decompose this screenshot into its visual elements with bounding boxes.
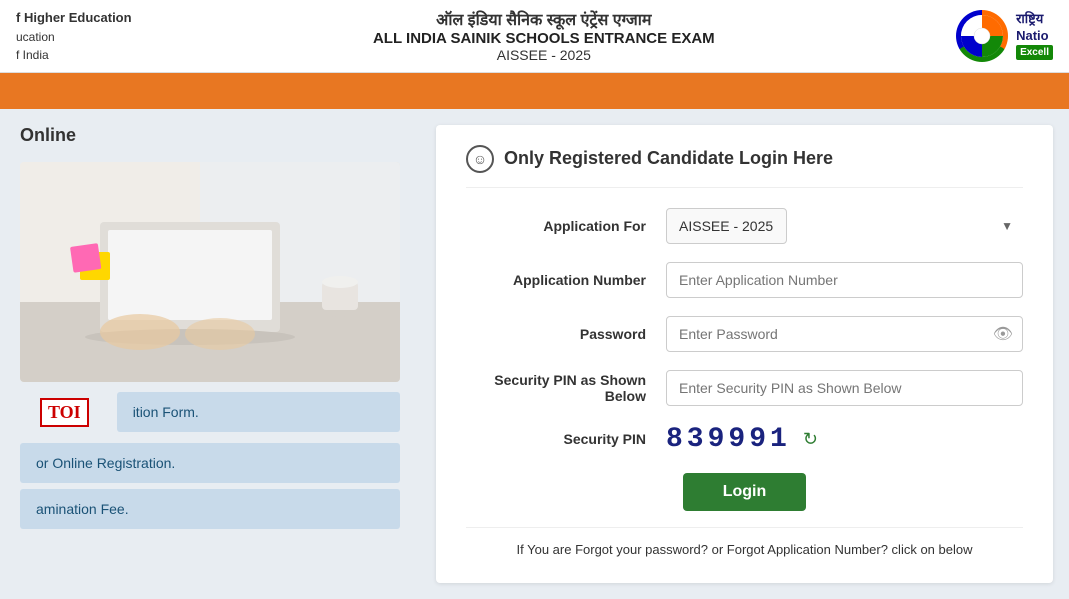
login-panel: ☺ Only Registered Candidate Login Here A… <box>436 125 1053 583</box>
captcha-value: 839991 <box>666 424 791 455</box>
refresh-icon[interactable]: ↻ <box>803 429 818 450</box>
password-row: Password 👁 <box>466 316 1023 352</box>
login-button[interactable]: Login <box>683 473 807 511</box>
toi-badge: TOI <box>40 398 89 427</box>
hero-image <box>20 162 400 382</box>
password-label: Password <box>466 326 666 342</box>
left-panel: Online <box>0 109 420 599</box>
login-header: ☺ Only Registered Candidate Login Here <box>466 145 1023 188</box>
forgot-text: If You are Forgot your password? or Forg… <box>466 527 1023 557</box>
password-wrapper: 👁 <box>666 316 1023 352</box>
login-button-row: Login <box>466 473 1023 511</box>
org-line1: f Higher Education <box>16 8 132 28</box>
login-title: Only Registered Candidate Login Here <box>504 148 833 169</box>
page-header: f Higher Education ucation f India ऑल इं… <box>0 0 1069 73</box>
password-input[interactable] <box>666 316 1023 352</box>
left-panel-title: Online <box>0 109 420 154</box>
logo-emblem <box>956 10 1008 62</box>
application-for-row: Application For AISSEE - 2025 AISSEE - 2… <box>466 208 1023 244</box>
security-pin-display-row: Security PIN 839991 ↻ <box>466 424 1023 455</box>
orange-banner <box>0 73 1069 109</box>
link-item-2[interactable]: ition Form. <box>117 392 400 432</box>
org-line2: ucation <box>16 28 132 46</box>
logo-text: राष्ट्रिय Natio Excell <box>1016 11 1053 60</box>
hindi-title: ऑल इंडिया सैनिक स्कूल एंट्रेंस एग्जाम <box>132 8 957 30</box>
application-for-select[interactable]: AISSEE - 2025 AISSEE - 2024 AISSEE - 202… <box>666 208 787 244</box>
english-title: ALL INDIA SAINIK SCHOOLS ENTRANCE EXAM <box>132 30 957 47</box>
exam-year: AISSEE - 2025 <box>132 47 957 63</box>
exam-info: ऑल इंडिया सैनिक स्कूल एंट्रेंस एग्जाम AL… <box>132 8 957 63</box>
security-pin-label: Security PIN as Shown Below <box>466 372 666 404</box>
application-number-label: Application Number <box>466 272 666 288</box>
application-for-label: Application For <box>466 218 666 234</box>
application-number-row: Application Number <box>466 262 1023 298</box>
captcha-display-area: 839991 ↻ <box>666 424 818 455</box>
security-pin-input-row: Security PIN as Shown Below <box>466 370 1023 406</box>
link-item-1[interactable]: or Online Registration. <box>20 443 400 483</box>
org-info: f Higher Education ucation f India <box>16 8 132 64</box>
main-content: Online <box>0 109 1069 599</box>
application-number-input[interactable] <box>666 262 1023 298</box>
application-for-wrapper[interactable]: AISSEE - 2025 AISSEE - 2024 AISSEE - 202… <box>666 208 1023 244</box>
toi-row: TOI ition Form. <box>20 390 400 435</box>
left-links: or Online Registration. amination Fee. <box>0 443 420 529</box>
security-pin-input[interactable] <box>666 370 1023 406</box>
eye-icon[interactable]: 👁 <box>993 324 1013 344</box>
logo-area: राष्ट्रिय Natio Excell <box>956 10 1053 62</box>
toi-label: TOI <box>48 402 81 423</box>
hero-image-inner <box>20 162 400 382</box>
link-item-3[interactable]: amination Fee. <box>20 489 400 529</box>
user-icon: ☺ <box>466 145 494 173</box>
chevron-down-icon: ▼ <box>1001 219 1013 233</box>
org-line3: f India <box>16 46 132 64</box>
captcha-label: Security PIN <box>466 431 666 447</box>
